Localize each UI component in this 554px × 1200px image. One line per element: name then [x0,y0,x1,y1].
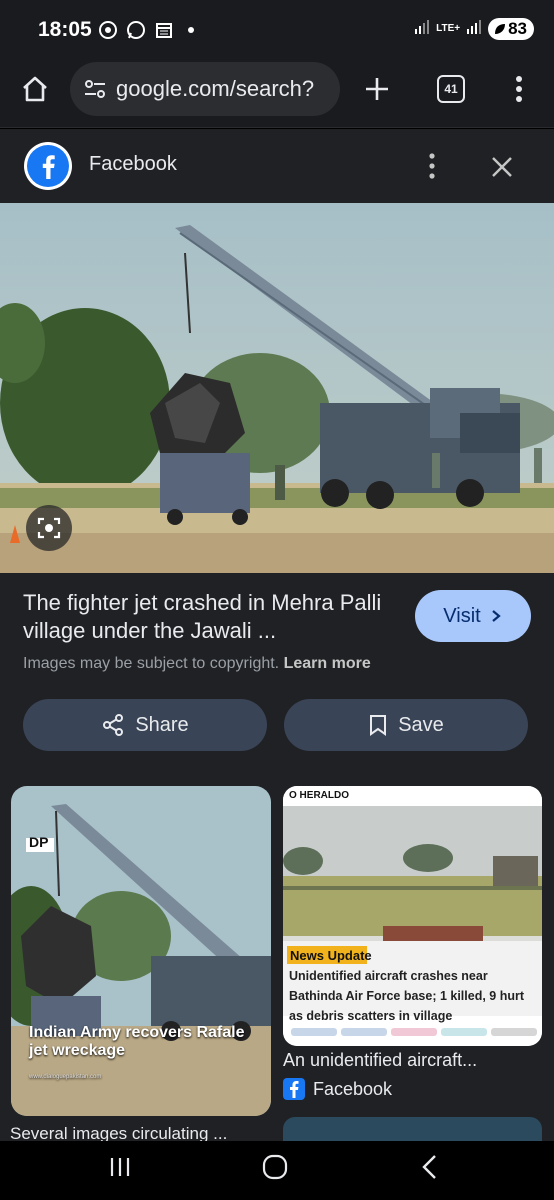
chrome-icon [98,20,118,40]
home-icon[interactable] [20,74,50,104]
related-image-card[interactable]: O HERALDO News Update Unidentified aircr… [283,786,542,1046]
lens-icon[interactable] [26,505,72,551]
tab-switcher-button[interactable]: 41 [437,75,465,103]
status-bar: 18:05 LTE+ 83 [0,0,554,62]
home-nav-icon[interactable] [262,1154,288,1180]
masthead: O HERALDO [289,790,349,801]
related-source[interactable]: Facebook [283,1078,392,1100]
visit-label: Visit [443,604,481,627]
related-image-1 [11,786,271,1116]
save-button[interactable]: Save [284,699,528,751]
facebook-logo-icon[interactable] [24,142,72,190]
source-watermark: www.dialoguepakistan.com [29,1074,102,1080]
source-header: Facebook [0,129,554,203]
share-icon [103,714,124,736]
save-label: Save [398,713,444,736]
related-image-card[interactable]: DP Indian Army recovers Rafale jet wreck… [11,786,271,1116]
more-menu-icon[interactable] [507,74,531,104]
chevron-right-icon [491,610,501,622]
source-name[interactable]: Facebook [89,153,177,176]
system-indicators: LTE+ 83 [414,18,534,40]
result-title[interactable]: The fighter jet crashed in Mehra Palli v… [23,589,393,645]
dot-icon [188,27,194,33]
watermark-logo: DP [29,834,49,850]
battery-indicator: 83 [488,18,534,40]
clock: 18:05 [38,18,92,41]
url-text[interactable]: google.com/search? [116,76,314,102]
share-label: Share [135,713,189,736]
crane-wreckage-photo [0,203,554,573]
learn-more-link[interactable]: Learn more [284,655,371,672]
recents-icon[interactable] [108,1155,132,1179]
copyright-text: Images may be subject to copyright. [23,655,280,672]
facebook-icon [283,1078,305,1100]
new-tab-icon[interactable] [362,74,392,104]
more-options-icon[interactable] [420,151,444,181]
related-caption-1[interactable]: Several images circulating ... [10,1124,227,1141]
image-viewer-panel: Facebook The fighter jet crashed in Mehr… [0,129,554,1141]
signal-icon [414,19,430,40]
news-headline: Unidentified aircraft crashes near Bathi… [289,969,525,1023]
news-badge: News Update [290,948,372,963]
site-settings-icon[interactable] [82,76,108,102]
network-type: LTE+ [436,23,461,34]
bookmark-icon [370,715,387,736]
overlay-headline-line1: Indian Army recovers Rafale [29,1024,245,1041]
overlay-headline-line2: jet wreckage [29,1042,126,1059]
address-bar[interactable]: google.com/search? [70,62,340,116]
share-button[interactable]: Share [23,699,267,751]
related-image-card[interactable] [283,1117,542,1141]
related-caption-2[interactable]: An unidentified aircraft... [283,1050,477,1071]
leaf-icon [495,24,506,34]
signal-icon-2 [466,19,482,40]
whatsapp-icon [126,20,146,40]
notification-icons [98,20,194,40]
calendar-icon [154,20,174,40]
related-source-name: Facebook [313,1078,393,1099]
browser-toolbar: google.com/search? 41 [0,62,554,128]
battery-level: 83 [508,19,527,38]
system-nav-bar [0,1141,554,1200]
visit-button[interactable]: Visit [415,590,531,642]
copyright-notice: Images may be subject to copyright. Lear… [23,655,371,673]
close-icon[interactable] [488,153,516,181]
back-icon[interactable] [420,1154,440,1180]
main-image[interactable] [0,203,554,573]
